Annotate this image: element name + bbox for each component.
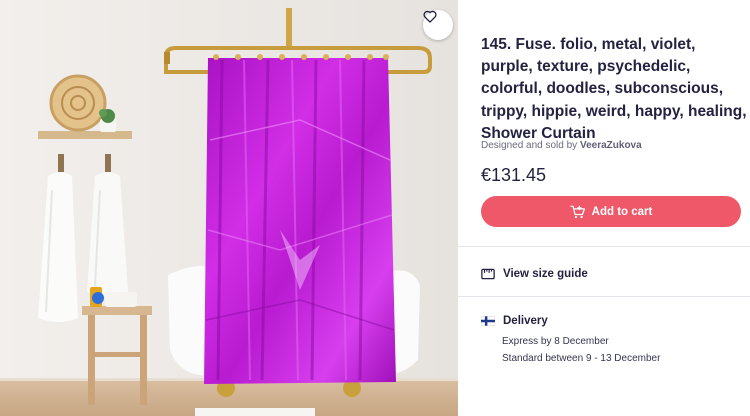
heart-outline-icon [423, 10, 437, 23]
size-guide-label: View size guide [503, 268, 588, 280]
ruler-icon [481, 268, 495, 280]
favorite-button[interactable] [423, 10, 453, 40]
byline-prefix: Designed and sold by [481, 140, 578, 151]
cart-plus-icon [570, 205, 585, 218]
product-title: 145. Fuse. folio, metal, violet, purple,… [481, 36, 747, 142]
product-price: €131.45 [481, 165, 547, 185]
add-to-cart-button[interactable]: Add to cart [481, 196, 741, 227]
delivery-heading: Delivery [481, 315, 548, 327]
product-image [0, 0, 458, 416]
artist-link[interactable]: VeeraZukova [580, 140, 642, 151]
shower-curtain [204, 54, 396, 384]
delivery-express: Express by 8 December [502, 336, 609, 347]
delivery-title: Delivery [503, 315, 548, 327]
product-details-panel: 145. Fuse. folio, metal, violet, purple,… [458, 0, 750, 416]
shower-scene-illustration [0, 0, 458, 416]
finland-flag-icon [481, 316, 495, 326]
size-guide-link[interactable]: View size guide [481, 264, 588, 284]
divider [458, 246, 750, 247]
divider [458, 296, 750, 297]
delivery-standard: Standard between 9 - 13 December [502, 353, 661, 364]
add-to-cart-label: Add to cart [591, 205, 653, 218]
seller-byline: Designed and sold by VeeraZukova [481, 140, 642, 151]
